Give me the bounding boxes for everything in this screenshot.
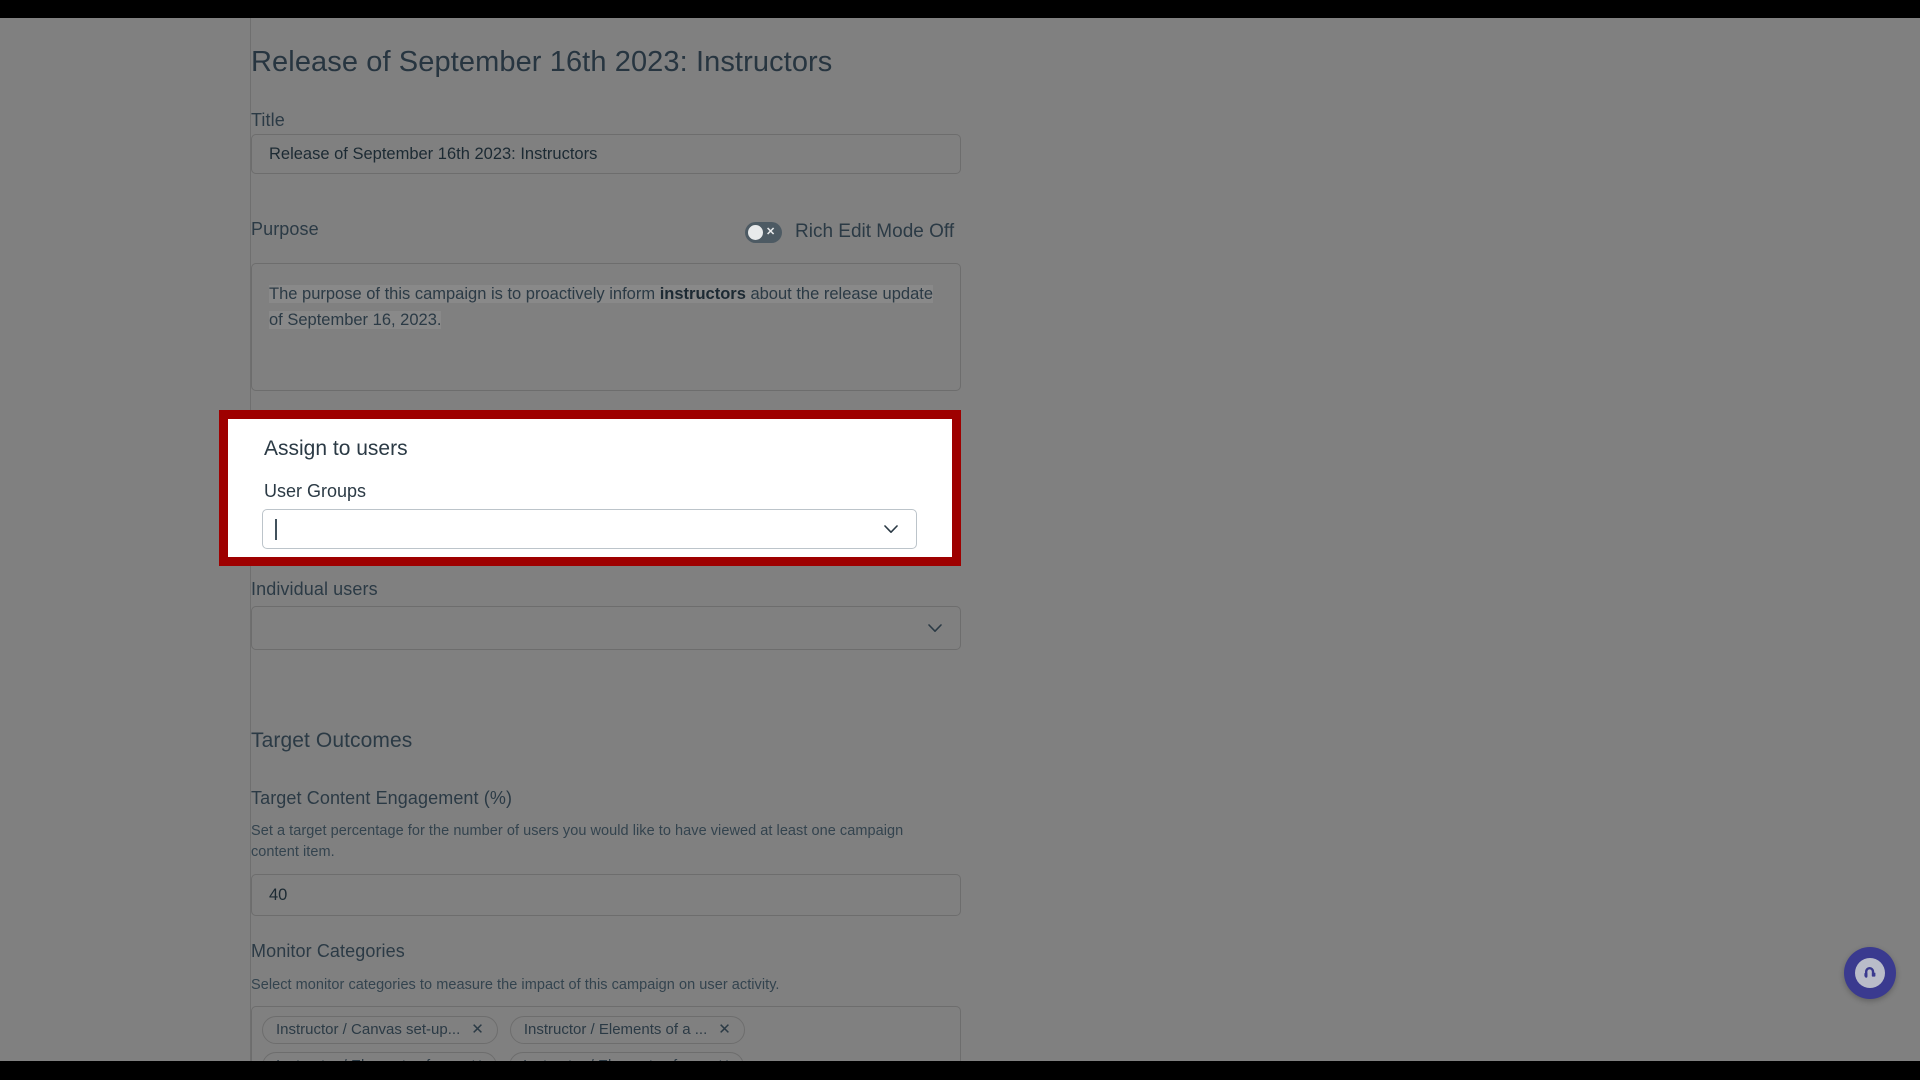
- letterbox-bottom-bar: [0, 1061, 1920, 1080]
- support-widget-button[interactable]: [1844, 947, 1896, 999]
- rich-edit-mode-toggle-row[interactable]: ✕ Rich Edit Mode Off: [745, 221, 954, 243]
- monitor-categories-chips-field[interactable]: Instructor / Canvas set-up... ✕ Instructor…: [251, 1006, 961, 1061]
- toggle-knob-icon: [748, 224, 763, 240]
- rich-edit-mode-toggle-label: Rich Edit Mode Off: [795, 221, 955, 242]
- monitor-category-chip[interactable]: Instructor / Elements of a ... ✕: [509, 1016, 745, 1044]
- title-input-value: Release of September 16th 2023: Instruct…: [269, 144, 598, 163]
- monitor-category-chip[interactable]: Instructor / Canvas set-up... ✕: [262, 1016, 498, 1044]
- user-groups-select[interactable]: [262, 509, 917, 549]
- chevron-down-icon[interactable]: [926, 619, 944, 637]
- assign-to-users-highlight-callout: Assign to users User Groups: [219, 410, 961, 566]
- monitor-category-chip-label: Instructor / Canvas set-up...: [276, 1021, 461, 1038]
- rich-edit-mode-toggle[interactable]: ✕: [745, 221, 782, 243]
- purpose-text-bold: instructors: [659, 285, 746, 303]
- user-groups-label: User Groups: [264, 481, 367, 501]
- text-caret: [275, 518, 277, 540]
- assign-to-users-heading: Assign to users: [264, 437, 408, 460]
- support-chat-icon: [1855, 958, 1885, 988]
- letterbox-top-bar: [0, 0, 1920, 18]
- monitor-category-chip[interactable]: Instructor / Elements of a ...✕: [262, 1052, 497, 1061]
- monitor-category-chip[interactable]: Instructor / Elements of a ...✕: [508, 1052, 744, 1061]
- title-field-label: Title: [251, 110, 285, 130]
- target-content-engagement-value: 40: [269, 885, 288, 904]
- target-content-engagement-input[interactable]: 40: [251, 874, 961, 916]
- toggle-off-x-icon: ✕: [766, 225, 776, 238]
- monitor-categories-label: Monitor Categories: [251, 941, 405, 961]
- purpose-field-label: Purpose: [251, 219, 319, 239]
- purpose-text-part-1: The purpose of this campaign is to proac…: [269, 285, 660, 303]
- target-content-engagement-label: Target Content Engagement (%): [251, 788, 513, 808]
- page-title: Release of September 16th 2023: Instruct…: [251, 46, 833, 78]
- monitor-category-chip-label: Instructor / Elements of a ...: [523, 1021, 708, 1038]
- target-outcomes-heading: Target Outcomes: [251, 729, 413, 752]
- individual-users-select[interactable]: [251, 606, 961, 650]
- dimmed-page-surface: Release of September 16th 2023: Instruct…: [0, 18, 1920, 1061]
- chip-remove-icon[interactable]: ✕: [718, 1022, 731, 1037]
- monitor-categories-helper: Select monitor categories to measure the…: [251, 977, 780, 993]
- purpose-textarea[interactable]: The purpose of this campaign is to proac…: [251, 263, 961, 391]
- target-content-engagement-helper: Set a target percentage for the number o…: [251, 823, 904, 861]
- individual-users-label: Individual users: [251, 579, 378, 599]
- chip-remove-icon[interactable]: ✕: [471, 1022, 484, 1037]
- campaign-form-column: Release of September 16th 2023: Instruct…: [219, 18, 961, 1061]
- title-input[interactable]: Release of September 16th 2023: Instruct…: [251, 134, 961, 174]
- chevron-down-icon[interactable]: [882, 520, 900, 538]
